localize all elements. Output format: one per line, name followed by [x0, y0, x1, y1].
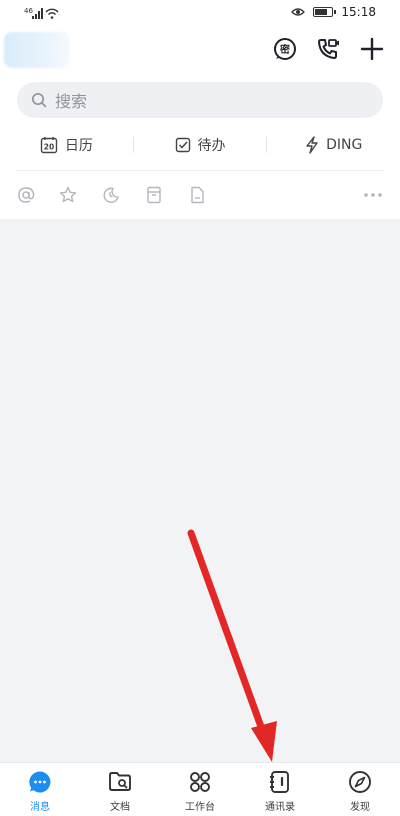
nav-item-contacts[interactable]: 通讯录 [240, 763, 320, 816]
later-icon[interactable] [100, 184, 122, 206]
search-input[interactable]: 搜索 [17, 82, 383, 118]
calendar-button[interactable]: 20 日历 [0, 135, 133, 155]
message-icon [27, 769, 53, 795]
star-icon[interactable] [57, 184, 79, 206]
nav-item-messages[interactable]: 消息 [0, 763, 80, 816]
ding-label: DING [326, 137, 363, 153]
todo-button[interactable]: 待办 [134, 135, 267, 155]
lightning-icon [306, 136, 318, 154]
divider [16, 170, 384, 171]
status-time: 15:18 [341, 5, 376, 19]
workbench-icon [187, 769, 213, 795]
calendar-badge: 20 [44, 143, 54, 152]
nav-label-contacts: 通讯录 [265, 802, 295, 813]
contacts-icon [267, 769, 293, 795]
signal-icon: 46 [24, 7, 59, 19]
calendar-label: 日历 [64, 138, 93, 154]
encrypted-chat-icon[interactable]: 密 [272, 36, 298, 62]
nav-label-docs: 文档 [110, 802, 130, 813]
search-placeholder: 搜索 [55, 92, 88, 111]
status-bar: 46 15:18 [0, 0, 400, 26]
nav-item-docs[interactable]: 文档 [80, 763, 160, 816]
file-icon[interactable] [186, 184, 208, 206]
bottom-nav: 消息 文档 工作台 通讯录 发现 [0, 762, 400, 816]
ding-button[interactable]: DING [267, 136, 400, 154]
nav-item-discover[interactable]: 发现 [320, 763, 400, 816]
more-icon[interactable] [362, 184, 384, 206]
video-call-icon[interactable] [315, 36, 341, 62]
encrypted-glyph: 密 [280, 43, 290, 56]
docs-folder-icon [107, 769, 133, 795]
search-icon [31, 92, 47, 108]
discover-icon [347, 769, 373, 795]
archive-icon[interactable] [143, 184, 165, 206]
filter-row [0, 180, 400, 210]
quick-actions: 20 日历 待办 DING [0, 130, 400, 160]
header: 密 [0, 26, 400, 76]
avatar[interactable] [4, 32, 70, 68]
todo-label: 待办 [197, 138, 226, 154]
nav-label-workbench: 工作台 [185, 802, 215, 813]
at-mention-icon[interactable] [15, 184, 37, 206]
conversation-list [0, 219, 400, 762]
add-icon[interactable] [359, 36, 385, 62]
nav-label-messages: 消息 [30, 802, 50, 813]
nav-item-workbench[interactable]: 工作台 [160, 763, 240, 816]
calendar-icon: 20 [40, 137, 58, 154]
todo-check-icon [175, 137, 190, 153]
network-type-label: 46 [24, 7, 33, 15]
eye-icon [291, 8, 306, 16]
nav-label-discover: 发现 [350, 802, 370, 813]
battery-icon [313, 7, 337, 17]
